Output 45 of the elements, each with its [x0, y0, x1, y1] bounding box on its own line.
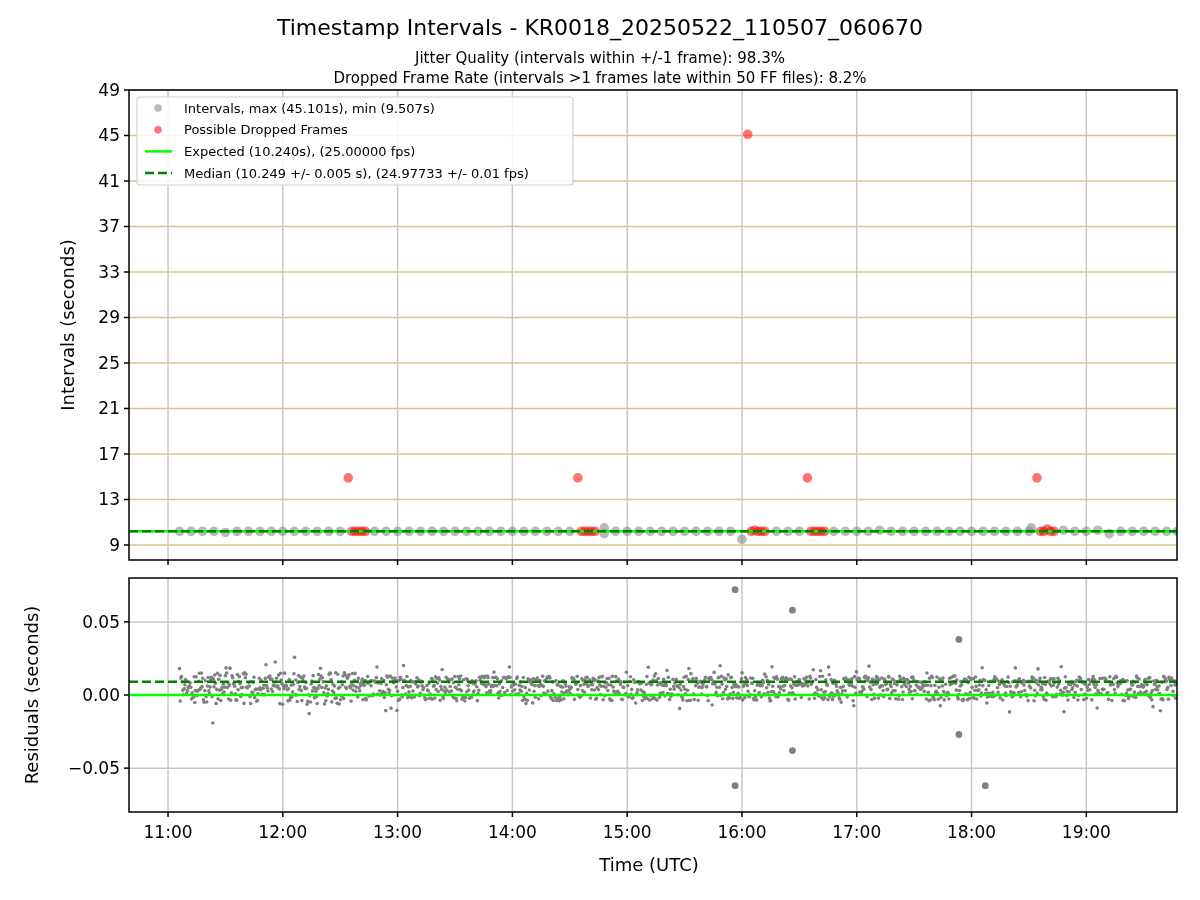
- y-axis-label: Residuals (seconds): [21, 605, 42, 785]
- axis-tick-label: 16:00: [717, 822, 767, 842]
- axis-tick-label: 49: [98, 80, 120, 100]
- axis-tick-label: 15:00: [602, 822, 652, 842]
- figure-title: Timestamp Intervals - KR0018_20250522_110507_060670: [276, 14, 924, 42]
- axis-tick-label: 13: [98, 489, 120, 510]
- axis-tick-label: 29: [98, 307, 120, 328]
- legend-label: Possible Dropped Frames: [184, 122, 348, 138]
- point: [981, 782, 989, 790]
- axis-tick-label: 0.00: [82, 685, 120, 705]
- point: [802, 473, 813, 483]
- y-axis-label: Intervals (seconds): [57, 239, 78, 411]
- axis-tick-label: 13:00: [373, 822, 423, 842]
- axis-tick-label: 0.05: [82, 611, 120, 632]
- axis-tick-label: 11:00: [143, 822, 193, 842]
- axis-tick-label: 33: [98, 262, 120, 282]
- axis-tick-label: 19:00: [1061, 822, 1111, 842]
- point: [731, 586, 739, 594]
- legend-label: Median (10.249 +/- 0.005 s), (24.97733 +/- 0.01 fps): [184, 165, 529, 181]
- point: [343, 473, 354, 483]
- axis-tick-label: 14:00: [487, 822, 537, 842]
- axis-tick-label: 9: [109, 535, 120, 555]
- axis-tick-label: 41: [98, 171, 120, 191]
- point: [1032, 473, 1042, 483]
- axis-tick-label: 18:00: [947, 822, 997, 842]
- figure-subtitle: Dropped Frame Rate (intervals >1 frames late within 50 FF files): 8.2%: [333, 68, 867, 88]
- point: [731, 782, 739, 790]
- axis-tick-label: 45: [98, 125, 120, 146]
- legend-label: Expected (10.240s), (25.00000 fps): [184, 143, 416, 159]
- point: [573, 473, 583, 483]
- point: [789, 747, 796, 754]
- legend-label: Intervals, max (45.101s), min (9.507s): [184, 100, 435, 116]
- axis-tick-label: 25: [98, 353, 120, 373]
- point: [955, 731, 963, 738]
- axis-tick-label: 12:00: [258, 822, 308, 842]
- point: [789, 606, 796, 614]
- axis-tick-label: 17:00: [832, 822, 882, 842]
- point: [742, 129, 753, 140]
- point: [955, 636, 963, 643]
- axis-tick-label: 17: [98, 444, 120, 464]
- x-axis-label: Time (UTC): [599, 854, 699, 875]
- axis-tick-label: 37: [98, 216, 120, 237]
- axis-tick-label: −0.05: [67, 758, 120, 779]
- axis-tick-label: 21: [98, 398, 120, 419]
- figure-subtitle: Jitter Quality (intervals within +/-1 frame): 98.3%: [415, 48, 785, 68]
